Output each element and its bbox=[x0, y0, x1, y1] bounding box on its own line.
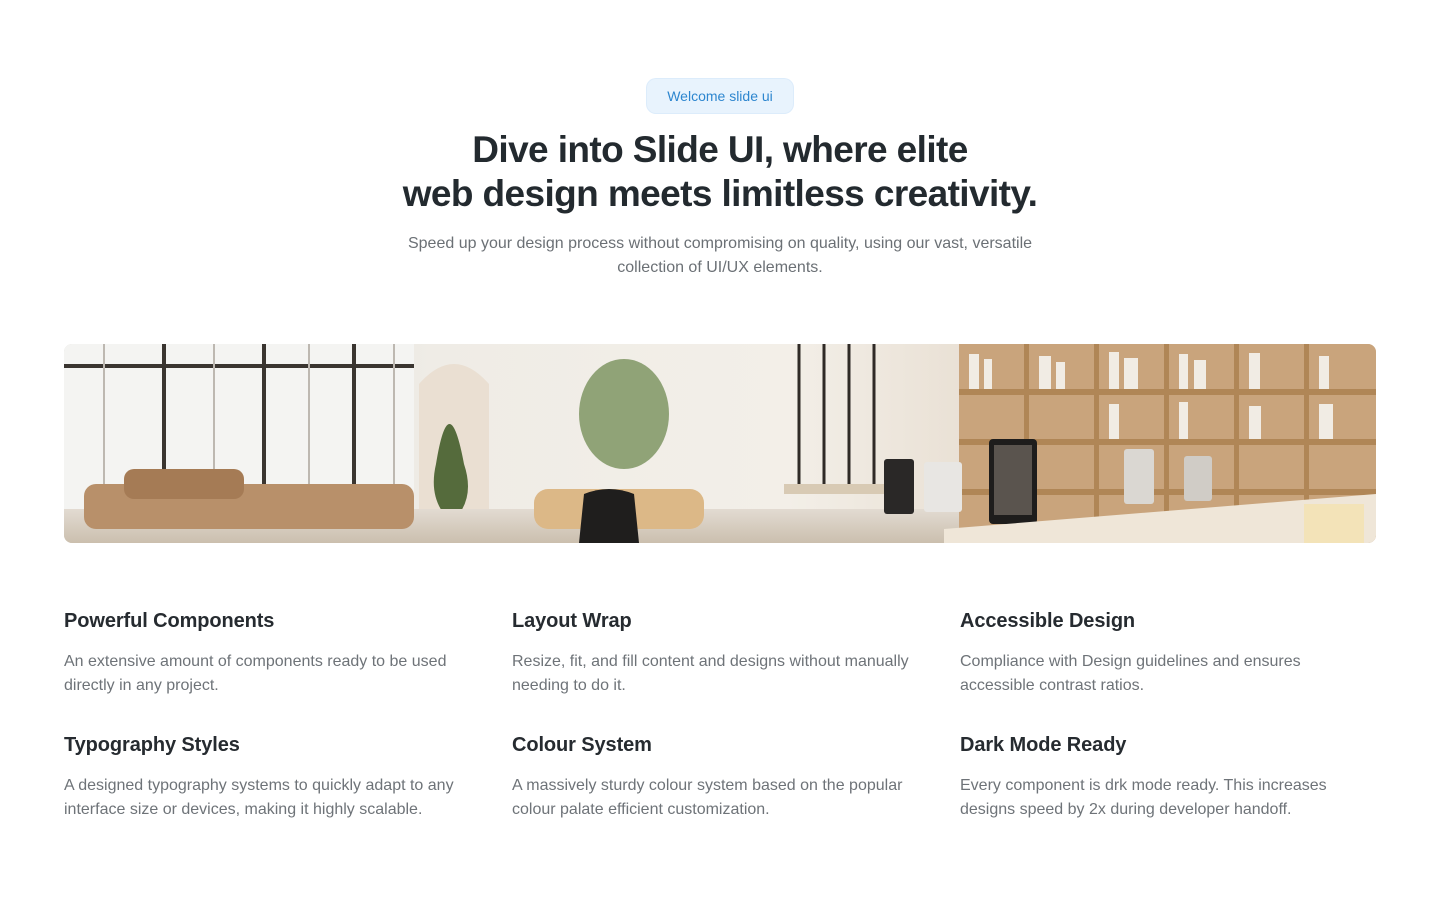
feature-powerful-components: Powerful Components An extensive amount … bbox=[64, 608, 512, 732]
page-title-line-1: Dive into Slide UI, where elite bbox=[472, 129, 968, 170]
feature-title: Layout Wrap bbox=[512, 610, 632, 632]
welcome-badge: Welcome slide ui bbox=[647, 79, 793, 113]
feature-colour-system: Colour System A massively sturdy colour … bbox=[512, 732, 960, 856]
feature-accessible-design: Accessible Design Compliance with Design… bbox=[960, 608, 1376, 732]
page-title: Dive into Slide UI, where elite web desi… bbox=[320, 128, 1120, 216]
feature-title: Powerful Components bbox=[64, 610, 275, 632]
office-interior-banner-image bbox=[64, 344, 1376, 543]
page-subtitle: Speed up your design process without com… bbox=[407, 235, 1033, 276]
feature-title: Typography Styles bbox=[64, 734, 240, 756]
page-title-line-2: web design meets limitless creativity. bbox=[402, 173, 1038, 214]
feature-title: Colour System bbox=[512, 734, 652, 756]
feature-description: Every component is drk mode ready. This … bbox=[960, 777, 1327, 818]
feature-description: A massively sturdy colour system based o… bbox=[512, 777, 903, 818]
feature-title: Dark Mode Ready bbox=[960, 734, 1127, 756]
feature-description: A designed typography systems to quickly… bbox=[64, 777, 454, 818]
feature-typography-styles: Typography Styles A designed typography … bbox=[64, 732, 512, 856]
feature-description: Resize, fit, and fill content and design… bbox=[512, 653, 909, 694]
feature-description: Compliance with Design guidelines and en… bbox=[960, 653, 1301, 694]
feature-dark-mode-ready: Dark Mode Ready Every component is drk m… bbox=[960, 732, 1376, 856]
feature-description: An extensive amount of components ready … bbox=[64, 653, 447, 694]
feature-layout-wrap: Layout Wrap Resize, fit, and fill conten… bbox=[512, 608, 960, 732]
features-grid: Powerful Components An extensive amount … bbox=[64, 608, 1376, 856]
feature-title: Accessible Design bbox=[960, 610, 1136, 632]
